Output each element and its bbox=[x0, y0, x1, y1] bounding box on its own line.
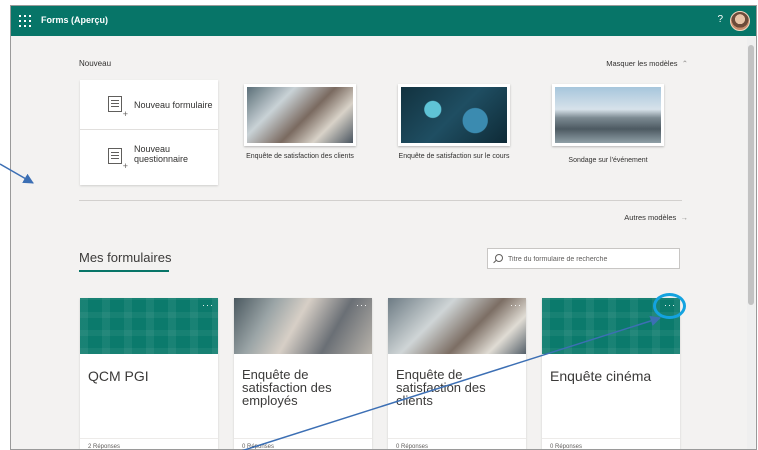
nouveau-heading: Nouveau bbox=[79, 59, 112, 68]
help-icon[interactable]: ? bbox=[717, 14, 723, 25]
new-quiz-label: Nouveau questionnaire bbox=[134, 144, 189, 164]
more-templates-label: Autres modèles bbox=[624, 213, 677, 222]
more-options-icon[interactable]: ··· bbox=[510, 301, 522, 310]
form-title: QCM PGI bbox=[88, 368, 149, 384]
arrow-right-icon: → bbox=[678, 213, 688, 222]
template-course-satisfaction[interactable]: Enquête de satisfaction sur le cours bbox=[398, 84, 510, 161]
form-card-header: ··· bbox=[234, 298, 372, 354]
template-customer-satisfaction[interactable]: Enquête de satisfaction des clients bbox=[244, 84, 356, 161]
template-caption: Enquête de satisfaction des clients bbox=[246, 153, 354, 160]
more-templates-link[interactable]: Autres modèles → bbox=[624, 213, 688, 222]
template-caption: Enquête de satisfaction sur le cours bbox=[398, 153, 510, 160]
form-card-header: ··· bbox=[80, 298, 218, 354]
card-divider bbox=[234, 438, 372, 439]
scrollbar-thumb[interactable] bbox=[748, 45, 754, 305]
response-count: 0 Réponses bbox=[396, 444, 429, 450]
form-card-cinema-survey[interactable]: ··· Enquête cinéma 0 Réponses bbox=[542, 298, 680, 450]
hide-templates-label: Masquer les modèles bbox=[606, 59, 678, 68]
search-box[interactable] bbox=[487, 248, 680, 269]
annotation-circle bbox=[653, 293, 686, 319]
hide-templates-link[interactable]: Masquer les modèles ⌃ bbox=[606, 59, 688, 68]
app-title[interactable]: Forms (Aperçu) bbox=[41, 15, 108, 25]
top-bar: Forms (Aperçu) ? bbox=[11, 6, 756, 36]
search-input[interactable] bbox=[508, 252, 673, 266]
chevron-up-icon: ⌃ bbox=[679, 59, 688, 68]
more-options-icon[interactable]: ··· bbox=[202, 301, 214, 310]
card-divider bbox=[388, 438, 526, 439]
template-image bbox=[398, 84, 510, 146]
form-card-header: ··· bbox=[388, 298, 526, 354]
template-caption: Sondage sur l'événement bbox=[568, 157, 648, 164]
card-divider bbox=[542, 438, 680, 439]
avatar[interactable] bbox=[730, 11, 750, 31]
response-count: 0 Réponses bbox=[242, 444, 275, 450]
more-options-icon[interactable]: ··· bbox=[356, 301, 368, 310]
response-count: 2 Réponses bbox=[88, 444, 121, 450]
new-quiz-button[interactable]: Nouveau questionnaire bbox=[80, 132, 218, 182]
template-image bbox=[244, 84, 356, 146]
vertical-scrollbar[interactable] bbox=[747, 37, 755, 449]
card-divider bbox=[80, 438, 218, 439]
section-divider bbox=[79, 200, 682, 201]
new-quiz-icon bbox=[108, 148, 128, 171]
app-launcher-icon[interactable] bbox=[19, 15, 31, 27]
new-form-button[interactable]: Nouveau formulaire bbox=[80, 80, 218, 130]
my-forms-heading: Mes formulaires bbox=[79, 250, 172, 265]
new-form-icon bbox=[108, 96, 128, 119]
template-image bbox=[552, 84, 664, 146]
form-card-qcm-pgi[interactable]: ··· QCM PGI 2 Réponses bbox=[80, 298, 218, 450]
form-card-employee-survey[interactable]: ··· Enquête de satisfaction des employés… bbox=[234, 298, 372, 450]
form-card-customer-survey[interactable]: ··· Enquête de satisfaction des clients … bbox=[388, 298, 526, 450]
new-form-label: Nouveau formulaire bbox=[134, 100, 213, 110]
my-forms-underline bbox=[79, 270, 169, 272]
form-title: Enquête cinéma bbox=[550, 368, 652, 384]
form-title: Enquête de satisfaction des employés bbox=[242, 367, 332, 408]
template-event-survey[interactable]: Sondage sur l'événement bbox=[552, 84, 664, 165]
new-form-card: Nouveau formulaire Nouveau questionnaire bbox=[80, 80, 218, 185]
response-count: 0 Réponses bbox=[550, 444, 583, 450]
forms-window: Forms (Aperçu) ? Nouveau Masquer les mod… bbox=[10, 5, 757, 450]
search-icon bbox=[495, 254, 503, 262]
form-title: Enquête de satisfaction des clients bbox=[396, 367, 486, 408]
